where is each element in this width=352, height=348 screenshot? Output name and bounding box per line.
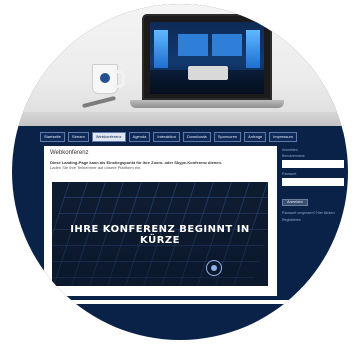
nav-item-impressum[interactable]: Impressum xyxy=(269,132,297,142)
login-button[interactable]: Anmelden xyxy=(282,199,308,206)
nav-item-anfrage[interactable]: Anfrage xyxy=(244,132,267,142)
nav-item-startseite[interactable]: Startseite xyxy=(40,132,65,142)
nav-item-downloads[interactable]: Downloads xyxy=(183,132,211,142)
nav-item-agenda[interactable]: Agenda xyxy=(128,132,151,142)
register-link[interactable]: Registrieren xyxy=(282,218,348,222)
intro-line: Laden Sie Ihre Teilnehmer auf unsere Pla… xyxy=(50,165,142,170)
login-heading: Anmelden xyxy=(282,148,298,152)
mug-logo-icon xyxy=(100,73,110,83)
studio-light-right xyxy=(246,30,260,68)
brand-logo-icon xyxy=(206,260,222,276)
studio-desk xyxy=(188,66,228,80)
studio-screen-right xyxy=(212,34,242,56)
intro-text: Diese Landing-Page kann als Einstiegspun… xyxy=(50,160,271,170)
footer-band xyxy=(38,300,348,304)
banner-headline: IHRE KONFERENZ BEGINNT IN KÜRZE xyxy=(70,224,250,246)
hero-photo xyxy=(12,4,348,126)
conference-banner: IHRE KONFERENZ BEGINNT IN KÜRZE xyxy=(52,182,268,286)
virtual-studio-image xyxy=(150,22,264,94)
password-input[interactable] xyxy=(282,178,344,186)
screenshot-stage: Startseite Stream Webkonferenz Agenda In… xyxy=(0,0,352,348)
main-content: Webkonferenz Diese Landing-Page kann als… xyxy=(44,146,277,296)
login-sidebar: Anmelden Benutzername Passwort Anmelden … xyxy=(282,146,348,226)
nav-item-interaktion[interactable]: Interaktion xyxy=(153,132,181,142)
laptop-base xyxy=(130,100,284,108)
nav-item-stream[interactable]: Stream xyxy=(67,132,89,142)
password-label: Passwort xyxy=(282,172,297,176)
studio-screen-left xyxy=(178,34,208,56)
circular-frame: Startseite Stream Webkonferenz Agenda In… xyxy=(12,4,348,340)
main-navigation: Startseite Stream Webkonferenz Agenda In… xyxy=(38,132,348,142)
forgot-password-link[interactable]: Passwort vergessen? Hier klicken xyxy=(282,211,348,215)
nav-item-sponsoren[interactable]: Sponsoren xyxy=(213,132,242,142)
mug-handle xyxy=(114,70,125,88)
laptop-screen xyxy=(142,14,272,100)
username-label: Benutzername xyxy=(282,154,305,158)
desk-edge xyxy=(12,112,348,126)
nav-item-webkonferenz[interactable]: Webkonferenz xyxy=(91,132,126,142)
studio-light-left xyxy=(154,30,168,68)
pen-icon xyxy=(82,95,116,109)
username-input[interactable] xyxy=(282,160,344,168)
page-title: Webkonferenz xyxy=(50,150,89,156)
